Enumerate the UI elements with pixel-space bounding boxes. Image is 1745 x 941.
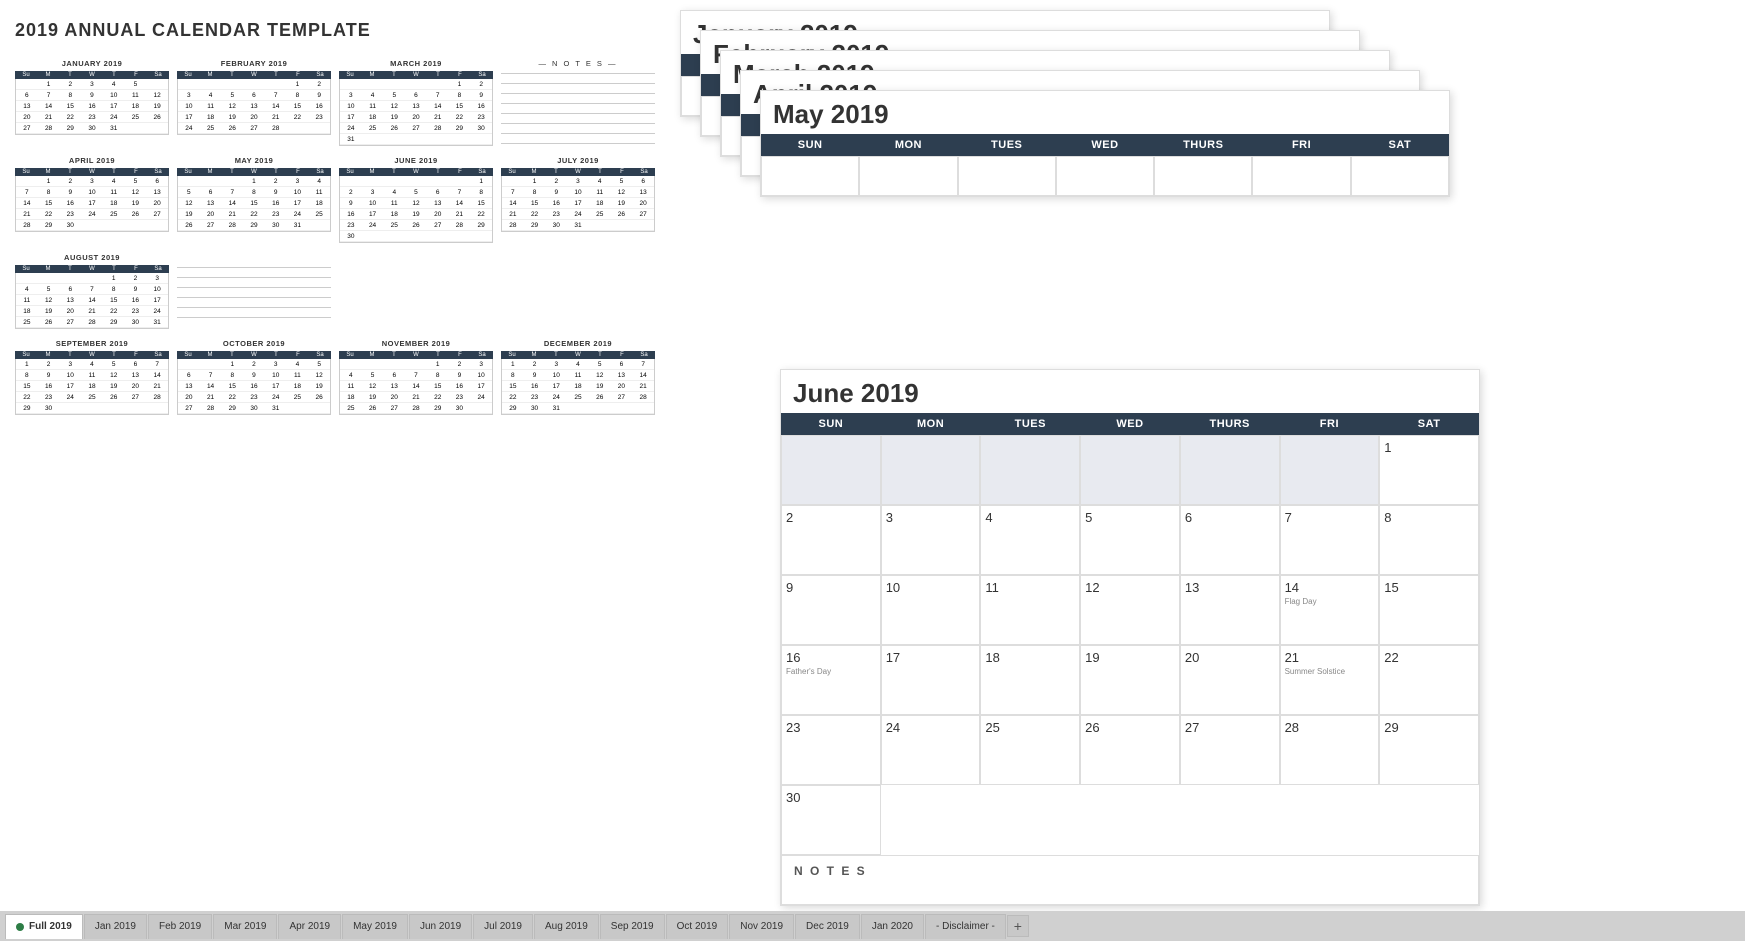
month-day: 13 <box>1180 575 1280 645</box>
add-tab-button[interactable]: + <box>1007 915 1029 937</box>
month-day: 5 <box>1080 505 1180 575</box>
month-day: 30 <box>781 785 881 855</box>
tab-jan-2020[interactable]: Jan 2020 <box>861 914 924 939</box>
month-day: 21Summer Solstice <box>1280 645 1380 715</box>
month-day: 14Flag Day <box>1280 575 1380 645</box>
tab-mar-2019[interactable]: Mar 2019 <box>213 914 277 939</box>
month-day: 9 <box>781 575 881 645</box>
month-day <box>1180 435 1280 505</box>
mini-cal-aug: AUGUST 2019 SuMTWTFSa 123 45678910 11121… <box>15 253 169 329</box>
notes-title: — N O T E S — <box>501 59 655 68</box>
mini-cal-mar: MARCH 2019 SuMTWTFSa 12 3456789 10111213… <box>339 59 493 146</box>
may-title: May 2019 <box>761 91 1449 134</box>
month-day <box>980 435 1080 505</box>
tab-dec-2019[interactable]: Dec 2019 <box>795 914 860 939</box>
month-day: 8 <box>1379 505 1479 575</box>
notes-column: — N O T E S — <box>501 59 655 146</box>
tab-jun-2019[interactable]: Jun 2019 <box>409 914 472 939</box>
tab-jul-2019[interactable]: Jul 2019 <box>473 914 533 939</box>
month-day: 20 <box>1180 645 1280 715</box>
tab-bar: Full 2019 Jan 2019 Feb 2019 Mar 2019 Apr… <box>0 911 1745 941</box>
mini-cal-jan: JANUARY 2019 SuMTWTFSa 12345 6789101112 … <box>15 59 169 146</box>
month-day: 6 <box>1180 505 1280 575</box>
month-day: 1 <box>1379 435 1479 505</box>
annual-title: 2019 ANNUAL CALENDAR TEMPLATE <box>15 20 655 41</box>
tab-apr-2019[interactable]: Apr 2019 <box>278 914 341 939</box>
left-panel: 2019 ANNUAL CALENDAR TEMPLATE JANUARY 20… <box>0 0 670 911</box>
mini-cal-dec: DECEMBER 2019 SuMTWTFSa 1234567 89101112… <box>501 339 655 415</box>
mini-cal-may: MAY 2019 SuMTWTFSa 1234 567891011 121314… <box>177 156 331 243</box>
mini-cal-jun: JUNE 2019 SuMTWTFSa 1 2345678 9101112131… <box>339 156 493 243</box>
month-day: 19 <box>1080 645 1180 715</box>
mini-cal-feb: FEBRUARY 2019 SuMTWTFSa 12 3456789 10111… <box>177 59 331 146</box>
month-day: 26 <box>1080 715 1180 785</box>
mini-cal-oct: OCTOBER 2019 SuMTWTFSa 12345 6789101112 … <box>177 339 331 415</box>
month-day <box>1080 435 1180 505</box>
tab-jan-2019[interactable]: Jan 2019 <box>84 914 147 939</box>
tab-sep-2019[interactable]: Sep 2019 <box>600 914 665 939</box>
month-day: 29 <box>1379 715 1479 785</box>
month-day <box>1280 435 1380 505</box>
month-day: 12 <box>1080 575 1180 645</box>
month-day <box>881 435 981 505</box>
month-day: 24 <box>881 715 981 785</box>
right-panel: January 2019 SUNMONTUESWEDTHURSFRISAT Fe… <box>670 0 1745 911</box>
tab-may-2019[interactable]: May 2019 <box>342 914 408 939</box>
month-day: 10 <box>881 575 981 645</box>
month-day: 4 <box>980 505 1080 575</box>
mini-cal-apr: APRIL 2019 SuMTWTFSa 123456 78910111213 … <box>15 156 169 243</box>
month-day: 11 <box>980 575 1080 645</box>
mini-cal-nov: NOVEMBER 2019 SuMTWTFSa 123 45678910 111… <box>339 339 493 415</box>
tab-oct-2019[interactable]: Oct 2019 <box>666 914 729 939</box>
notes-label: N O T E S <box>781 855 1479 905</box>
month-day: 23 <box>781 715 881 785</box>
stacked-may: May 2019 SUNMONTUESWEDTHURSFRISAT <box>760 90 1450 197</box>
month-day: 28 <box>1280 715 1380 785</box>
month-day: 15 <box>1379 575 1479 645</box>
month-day: 17 <box>881 645 981 715</box>
notes-lines-2 <box>177 253 331 329</box>
month-day: 18 <box>980 645 1080 715</box>
month-day: 27 <box>1180 715 1280 785</box>
month-day: 7 <box>1280 505 1380 575</box>
month-day: 22 <box>1379 645 1479 715</box>
month-day: 3 <box>881 505 981 575</box>
tab-disclaimer[interactable]: - Disclaimer - <box>925 914 1006 939</box>
mini-cal-jul: JULY 2019 SuMTWTFSa 123456 78910111213 1… <box>501 156 655 243</box>
month-day: 2 <box>781 505 881 575</box>
mini-cal-sep: SEPTEMBER 2019 SuMTWTFSa 1234567 8910111… <box>15 339 169 415</box>
tab-aug-2019[interactable]: Aug 2019 <box>534 914 599 939</box>
month-day: 25 <box>980 715 1080 785</box>
stacked-jun: June 2019 SUN MON TUES WED THURS FRI SAT… <box>780 369 1480 906</box>
tab-feb-2019[interactable]: Feb 2019 <box>148 914 212 939</box>
month-day <box>781 435 881 505</box>
tab-nov-2019[interactable]: Nov 2019 <box>729 914 794 939</box>
tab-full-2019[interactable]: Full 2019 <box>5 914 83 939</box>
jun-title: June 2019 <box>781 370 1479 413</box>
month-day: 16Father's Day <box>781 645 881 715</box>
